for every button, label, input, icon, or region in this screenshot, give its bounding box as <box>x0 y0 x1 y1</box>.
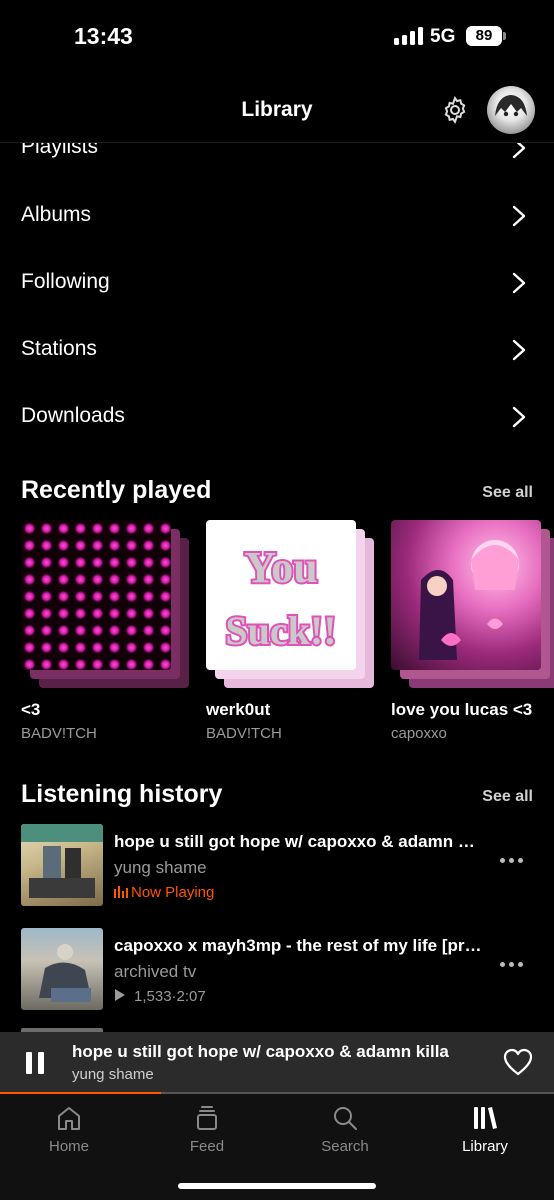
search-icon <box>334 1107 357 1130</box>
track-title: capoxxo x mayh3mp - the rest of my life … <box>114 936 484 955</box>
artwork-text: You <box>244 543 317 592</box>
battery-cap <box>503 32 506 40</box>
track-artist: yung shame <box>114 858 207 877</box>
tab-label: Home <box>48 1138 89 1155</box>
library-item-downloads[interactable]: Downloads <box>0 382 554 449</box>
track-duration: 2:07 <box>176 988 206 1005</box>
listening-history-title: Listening history <box>21 780 223 808</box>
card-title: <3 <box>21 700 41 719</box>
playlist-artwork: You Suck!! <box>206 520 356 670</box>
mini-player-artist: yung shame <box>72 1066 154 1083</box>
track-artist: archived tv <box>114 962 197 981</box>
pause-button[interactable] <box>26 1052 46 1074</box>
tab-search[interactable]: Search <box>276 1094 414 1174</box>
library-header-overlay: Library <box>0 75 554 143</box>
more-options-icon[interactable] <box>500 962 524 968</box>
artwork-text: Suck!! <box>225 608 336 653</box>
card-title: werk0ut <box>206 700 271 719</box>
status-time: 13:43 <box>74 23 133 49</box>
chevron-right-icon <box>512 406 526 428</box>
library-icon <box>474 1107 497 1129</box>
tab-label: Feed <box>189 1138 225 1155</box>
settings-gear-icon[interactable] <box>440 95 470 125</box>
playlist-art-stack <box>21 520 189 688</box>
library-item-label: Stations <box>21 337 97 360</box>
equalizer-icon <box>114 886 128 898</box>
battery-icon: 89 <box>466 26 502 46</box>
page-title-overlay: Library <box>241 98 313 121</box>
library-item-label: Following <box>21 270 110 293</box>
home-icon <box>58 1107 80 1130</box>
tab-feed[interactable]: Feed <box>138 1094 276 1174</box>
tab-home[interactable]: Home <box>0 1094 138 1174</box>
library-item-stations[interactable]: Stations <box>0 315 554 382</box>
tab-library[interactable]: Library <box>416 1094 554 1174</box>
feed-icon <box>197 1106 217 1130</box>
recently-played-see-all-link[interactable]: See all <box>482 484 533 502</box>
library-item-label: Albums <box>21 203 92 226</box>
playlist-artwork <box>21 520 171 670</box>
signal-icon <box>394 27 424 45</box>
track-artwork <box>21 824 103 906</box>
recently-played-title: Recently played <box>21 476 212 504</box>
card-subtitle: BADV!TCH <box>21 725 97 742</box>
network-type: 5G <box>430 26 456 47</box>
history-track-row[interactable]: hope u still got hope w/ capoxxo & adamn… <box>0 824 554 910</box>
chevron-right-icon <box>512 205 526 227</box>
card-title: love you lucas <3 <box>391 700 533 719</box>
chevron-right-icon <box>512 272 526 294</box>
track-artwork <box>21 928 103 1010</box>
library-item-albums[interactable]: Albums <box>0 181 554 248</box>
listening-history-see-all-link[interactable]: See all <box>482 788 533 806</box>
play-count: 1,533 <box>134 988 172 1005</box>
track-title: hope u still got hope w/ capoxxo & adamn… <box>114 832 484 851</box>
more-options-icon[interactable] <box>500 858 524 864</box>
library-item-following[interactable]: Following <box>0 248 554 315</box>
like-heart-icon[interactable] <box>503 1048 533 1076</box>
chevron-right-icon <box>512 339 526 361</box>
history-track-row[interactable]: capoxxo x mayh3mp - the rest of my life … <box>0 928 554 1014</box>
card-subtitle: capoxxo <box>391 725 447 742</box>
playlist-art-stack <box>391 520 554 688</box>
now-playing-label: Now Playing <box>131 884 215 901</box>
tab-label: Search <box>321 1138 369 1155</box>
mini-player[interactable]: hope u still got hope w/ capoxxo & adamn… <box>0 1032 554 1094</box>
playlist-art-stack: You Suck!! <box>206 520 374 688</box>
library-item-label: Downloads <box>21 404 125 427</box>
status-bar: 13:43 5G 89 <box>0 0 554 75</box>
mini-player-title: hope u still got hope w/ capoxxo & adamn… <box>72 1042 449 1061</box>
tab-label: Library <box>462 1138 508 1155</box>
profile-avatar[interactable] <box>487 86 535 134</box>
play-count-icon <box>115 989 125 1001</box>
card-subtitle: BADV!TCH <box>206 725 282 742</box>
now-playing-status: Now Playing <box>114 884 214 901</box>
playlist-artwork <box>391 520 541 670</box>
track-stats: 1,533·2:07 <box>114 988 206 1005</box>
home-indicator <box>178 1183 376 1189</box>
